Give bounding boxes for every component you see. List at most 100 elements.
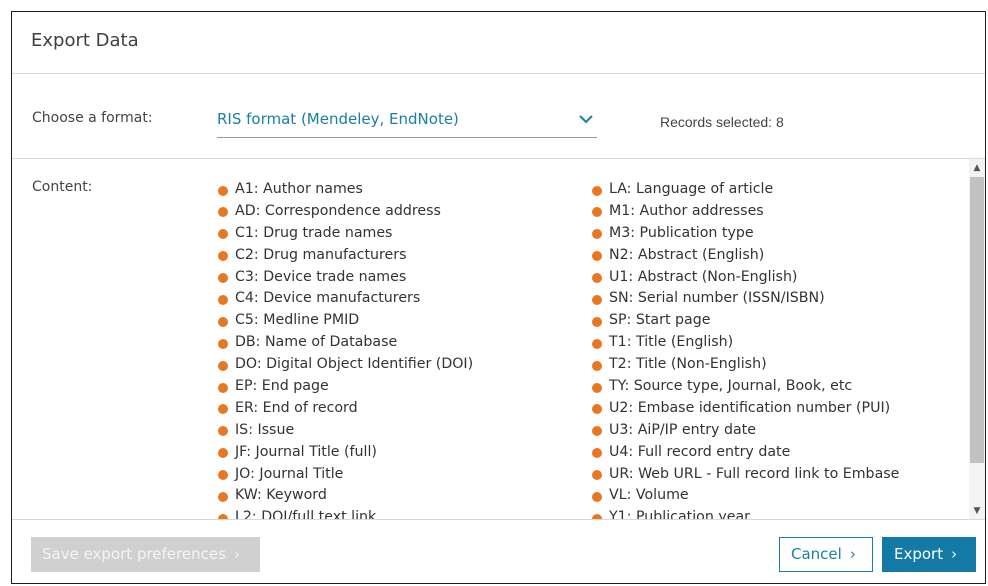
content-field-item: T2: Title (Non-English): [592, 354, 899, 376]
content-field-label: U2: Embase identification number (PUI): [609, 399, 891, 416]
bullet-dot-icon: [592, 251, 602, 262]
content-field-label: DB: Name of Database: [235, 334, 398, 351]
content-field-label: JF: Journal Title (full): [235, 443, 377, 460]
chevron-right-icon: ›: [849, 545, 856, 563]
bullet-dot-icon: [592, 470, 602, 481]
content-field-item: C2: Drug manufacturers: [218, 245, 473, 267]
content-field-item: U2: Embase identification number (PUI): [592, 398, 899, 420]
cancel-button[interactable]: Cancel ›: [779, 537, 873, 572]
content-field-item: JF: Journal Title (full): [218, 442, 473, 464]
bullet-dot-icon: [592, 338, 602, 349]
records-selected: Records selected: 8: [660, 114, 784, 130]
content-field-item: U3: AiP/IP entry date: [592, 420, 899, 442]
content-label: Content:: [32, 179, 93, 195]
content-field-item: AD: Correspondence address: [218, 201, 473, 223]
bullet-dot-icon: [218, 448, 228, 459]
content-field-label: M3: Publication type: [609, 224, 754, 241]
content-field-item: M3: Publication type: [592, 223, 899, 245]
scrollbar[interactable]: ▲ ▼: [969, 159, 985, 520]
bullet-dot-icon: [592, 491, 602, 502]
bullet-dot-icon: [218, 207, 228, 218]
cancel-button-label: Cancel: [791, 545, 842, 563]
bullet-dot-icon: [218, 251, 228, 262]
content-field-label: UR: Web URL - Full record link to Embase: [609, 465, 900, 482]
content-field-label: C4: Device manufacturers: [235, 290, 421, 307]
bullet-dot-icon: [218, 470, 228, 481]
bullet-dot-icon: [218, 338, 228, 349]
content-field-label: IS: Issue: [235, 421, 295, 438]
scroll-down-icon[interactable]: ▼: [969, 504, 985, 518]
bullet-dot-icon: [592, 185, 602, 196]
content-field-item: C4: Device manufacturers: [218, 288, 473, 310]
export-button-label: Export: [894, 545, 944, 563]
content-panel: Content: A1: Author names AD: Corresponde…: [12, 158, 985, 520]
content-field-label: N2: Abstract (English): [609, 246, 765, 263]
content-field-label: T1: Title (English): [609, 334, 734, 351]
chevron-right-icon: ›: [951, 545, 958, 563]
content-fields-right: LA: Language of article M1: Author addres…: [592, 179, 899, 520]
content-field-item: A1: Author names: [218, 179, 473, 201]
content-field-item: TY: Source type, Journal, Book, etc: [592, 376, 899, 398]
content-field-item: SN: Serial number (ISSN/ISBN): [592, 288, 899, 310]
dialog-footer: Save export preferences › Cancel › Export ›: [12, 519, 985, 586]
save-export-preferences-button[interactable]: Save export preferences ›: [31, 537, 260, 572]
bullet-dot-icon: [592, 360, 602, 371]
bullet-dot-icon: [218, 360, 228, 371]
format-dropdown[interactable]: RIS format (Mendeley, EndNote): [217, 103, 597, 138]
content-field-item: DB: Name of Database: [218, 332, 473, 354]
content-field-label: C3: Device trade names: [235, 268, 407, 285]
bullet-dot-icon: [592, 426, 602, 437]
content-field-item: T1: Title (English): [592, 332, 899, 354]
dialog-header: Export Data: [12, 12, 985, 74]
content-field-item: ER: End of record: [218, 398, 473, 420]
bullet-dot-icon: [218, 273, 228, 284]
bullet-dot-icon: [218, 404, 228, 415]
content-field-item: C3: Device trade names: [218, 267, 473, 289]
bullet-dot-icon: [592, 207, 602, 218]
format-row: Choose a format: RIS format (Mendeley, E…: [12, 73, 985, 158]
content-field-label: LA: Language of article: [609, 181, 774, 197]
bullet-dot-icon: [218, 316, 228, 327]
chevron-down-icon: [579, 115, 593, 124]
content-fields-left: A1: Author names AD: Correspondence addre…: [218, 179, 473, 520]
content-field-item: LA: Language of article: [592, 179, 899, 201]
content-field-label: C2: Drug manufacturers: [235, 246, 407, 263]
content-field-item: SP: Start page: [592, 310, 899, 332]
content-field-label: EP: End page: [235, 378, 329, 395]
content-field-item: KW: Keyword: [218, 485, 473, 507]
content-field-item: N2: Abstract (English): [592, 245, 899, 267]
format-selected-value: RIS format (Mendeley, EndNote): [217, 110, 459, 128]
bullet-dot-icon: [592, 273, 602, 284]
export-button[interactable]: Export ›: [882, 537, 976, 572]
scroll-up-icon[interactable]: ▲: [969, 161, 985, 175]
content-field-label: T2: Title (Non-English): [609, 356, 767, 373]
content-field-item: EP: End page: [218, 376, 473, 398]
bullet-dot-icon: [218, 426, 228, 437]
save-button-label: Save export preferences: [42, 545, 226, 563]
export-dialog: Export Data Choose a format: RIS format …: [11, 11, 986, 584]
content-field-label: JO: Journal Title: [235, 465, 344, 482]
content-field-label: U3: AiP/IP entry date: [609, 421, 756, 438]
content-field-label: DO: Digital Object Identifier (DOI): [235, 356, 474, 373]
content-field-label: A1: Author names: [235, 181, 363, 197]
content-field-label: ER: End of record: [235, 399, 358, 416]
content-field-label: VL: Volume: [609, 487, 689, 504]
content-field-label: M1: Author addresses: [609, 202, 764, 219]
bullet-dot-icon: [218, 382, 228, 393]
content-field-label: SN: Serial number (ISSN/ISBN): [609, 290, 825, 307]
bullet-dot-icon: [218, 294, 228, 305]
bullet-dot-icon: [592, 229, 602, 240]
content-field-label: U1: Abstract (Non-English): [609, 268, 798, 285]
bullet-dot-icon: [218, 491, 228, 502]
bullet-dot-icon: [592, 294, 602, 305]
bullet-dot-icon: [592, 448, 602, 459]
bullet-dot-icon: [592, 316, 602, 327]
content-field-item: U1: Abstract (Non-English): [592, 267, 899, 289]
bullet-dot-icon: [218, 185, 228, 196]
scrollbar-thumb[interactable]: [970, 177, 984, 463]
content-field-item: C1: Drug trade names: [218, 223, 473, 245]
content-field-item: M1: Author addresses: [592, 201, 899, 223]
content-field-label: SP: Start page: [609, 312, 711, 329]
content-field-item: JO: Journal Title: [218, 464, 473, 486]
bullet-dot-icon: [592, 404, 602, 415]
